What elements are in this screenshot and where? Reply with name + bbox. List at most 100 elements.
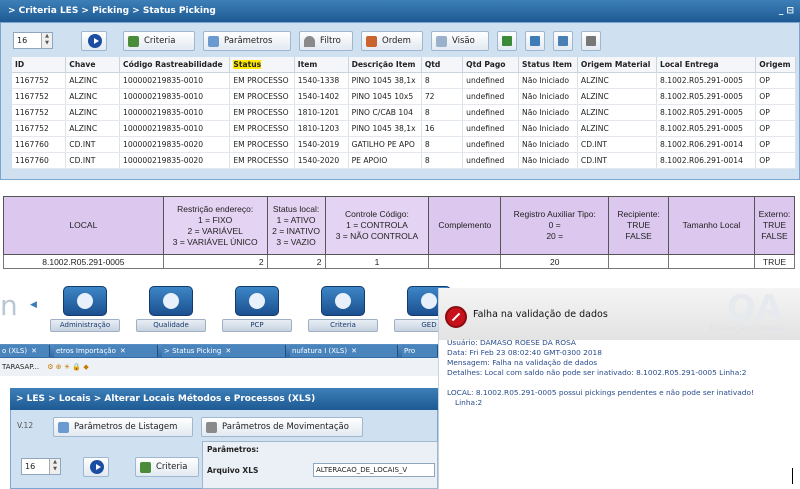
column-header[interactable]: Status Item <box>518 57 578 73</box>
column-header[interactable]: Origem Material <box>577 57 658 73</box>
definition-header-line: Restrição endereço: <box>177 203 254 214</box>
filtro-label: Filtro <box>320 36 341 46</box>
visao-button[interactable]: Visão <box>431 31 489 51</box>
table-cell: 8 <box>421 72 464 89</box>
definition-header-line: 1 = ATIVO <box>276 214 316 225</box>
table-row[interactable]: 1167760 CD.INT 100000219835-0020 EM PROCESS… <box>12 152 796 169</box>
table-cell: Não Iniciado <box>518 88 578 105</box>
table-cell: OP <box>755 72 796 89</box>
column-header[interactable]: Qtd Pago <box>462 57 520 73</box>
table-cell: PE APOIO <box>348 152 422 169</box>
column-header[interactable]: Qtd <box>421 57 464 73</box>
close-tab-icon[interactable]: ✕ <box>120 347 126 355</box>
table-row[interactable]: 1167752 ALZINC 100000219835-0010 EM PROCESS… <box>12 72 796 89</box>
local-message: LOCAL: 8.1002.R05.291-0005 possui pickin… <box>447 388 754 397</box>
tab-bar: o (XLS) ✕ etros Importação ✕ > Status Pickin… <box>0 344 438 358</box>
column-header[interactable]: Status <box>229 57 295 73</box>
filtro-button[interactable]: Filtro <box>299 31 353 51</box>
movimentacao-button[interactable]: Parâmetros de Movimentação <box>201 417 363 437</box>
definition-header-line: Controle Código: <box>345 209 409 219</box>
column-header-label: ID <box>15 59 25 69</box>
criteria-button[interactable]: Criteria <box>123 31 195 51</box>
table-cell: undefined <box>462 104 520 121</box>
module-tile[interactable]: Qualidade <box>136 286 206 332</box>
save-icon[interactable] <box>525 31 545 51</box>
close-tab-icon[interactable]: ✕ <box>225 347 231 355</box>
definition-header-line: 1 = CONTROLA <box>346 220 408 230</box>
page-size-stepper[interactable]: 16 ▲ ▼ <box>21 458 61 475</box>
app-tab[interactable]: > Status Picking ✕ <box>162 345 286 357</box>
table-row[interactable]: 1167752 ALZINC 100000219835-0010 EM PROCESS… <box>12 120 796 137</box>
close-tab-icon[interactable]: ✕ <box>351 347 357 355</box>
stepper-arrows-icon[interactable]: ▲ ▼ <box>49 459 60 474</box>
criteria-icon <box>128 36 139 47</box>
table-row[interactable]: 1167752 ALZINC 100000219835-0010 EM PROCESS… <box>12 104 796 121</box>
column-header-label: Chave <box>69 59 96 69</box>
export-icon[interactable] <box>497 31 517 51</box>
app-tab[interactable]: etros Importação ✕ <box>54 345 158 357</box>
page-size-value: 16 <box>25 462 36 471</box>
definition-header-line: Externo: <box>758 209 791 219</box>
window-controls[interactable]: _ ⊟ <box>779 0 794 22</box>
table-cell: 1167760 <box>12 136 67 153</box>
column-header[interactable]: Local Entrega <box>656 57 757 73</box>
module-tile[interactable]: PCP <box>222 286 292 332</box>
column-header-label: Qtd <box>424 59 441 69</box>
app-tab[interactable]: Pro <box>402 345 438 357</box>
breadcrumb: > LES > Locais > Alterar Locais Métodos … <box>16 394 316 404</box>
ordem-button[interactable]: Ordem <box>361 31 423 51</box>
column-header[interactable]: Item <box>294 57 349 73</box>
table-cell: 1810-1203 <box>294 120 349 137</box>
run-button[interactable] <box>83 457 109 477</box>
expand-glyph <box>558 36 568 46</box>
data-label: Data: <box>447 348 468 357</box>
table-cell: 8.1002.R05.291-0005 <box>656 72 757 89</box>
table-row[interactable]: 1167760 CD.INT 100000219835-0020 EM PROCESS… <box>12 136 796 153</box>
column-header[interactable]: Chave <box>65 57 121 73</box>
movimentacao-label: Parâmetros de Movimentação <box>222 422 349 432</box>
table-cell: PINO 1045 10x5 <box>348 88 422 105</box>
parametros-button[interactable]: Parâmetros <box>203 31 291 51</box>
table-cell: Não Iniciado <box>518 72 578 89</box>
arquivo-field[interactable]: ALTERACAO_DE_LOCAIS_V <box>313 463 435 477</box>
table-cell: PINO C/CAB 104 <box>348 104 422 121</box>
tab-label: Pro <box>404 347 416 355</box>
close-tab-icon[interactable]: ✕ <box>31 347 37 355</box>
scroll-left-icon[interactable]: ◀ <box>30 300 37 310</box>
app-tab[interactable]: nufatura I (XLS) ✕ <box>290 345 398 357</box>
column-header[interactable]: Código Rastreabilidade <box>119 57 231 73</box>
table-cell: Não Iniciado <box>518 104 578 121</box>
app-tab[interactable]: o (XLS) ✕ <box>0 345 50 357</box>
definition-header-line: 2 = VARIÁVEL <box>187 225 243 236</box>
module-label: PCP <box>222 319 292 332</box>
table-cell: 1810-1201 <box>294 104 349 121</box>
expand-icon[interactable] <box>553 31 573 51</box>
module-icon <box>63 286 107 316</box>
page-size-stepper[interactable]: 16 ▲ ▼ <box>13 32 53 49</box>
table-cell: ALZINC <box>577 120 658 137</box>
module-tile[interactable]: Criteria <box>308 286 378 332</box>
table-cell: 8 <box>421 104 464 121</box>
definition-header-line: FALSE <box>761 231 788 241</box>
table-cell: 100000219835-0010 <box>119 104 231 121</box>
page-size-value: 16 <box>17 36 28 45</box>
column-header[interactable]: Descrição Item <box>348 57 422 73</box>
settings-icon[interactable] <box>581 31 601 51</box>
stepper-arrows-icon[interactable]: ▲ ▼ <box>41 33 52 48</box>
listagem-button[interactable]: Parâmetros de Listagem <box>53 417 193 437</box>
funnel-icon <box>304 36 315 47</box>
column-header[interactable]: ID <box>12 57 67 73</box>
table-cell: CD.INT <box>577 152 658 169</box>
table-cell: 100000219835-0010 <box>119 88 231 105</box>
column-header-label: Local Entrega <box>660 59 719 69</box>
criteria-button[interactable]: Criteria <box>135 457 199 477</box>
module-label: Administração <box>50 319 120 332</box>
picking-grid: ID Chave Código Rastreabilidade Status Item D… <box>12 57 796 169</box>
table-cell: 8 <box>421 152 464 169</box>
status-icons[interactable]: ⚙ ⊕ ☀ 🔒 ◆ <box>47 363 88 371</box>
run-button[interactable] <box>81 31 107 51</box>
table-cell: EM PROCESSO <box>229 120 295 137</box>
column-header[interactable]: Origem <box>755 57 796 73</box>
module-tile[interactable]: Administração <box>50 286 120 332</box>
table-row[interactable]: 1167752 ALZINC 100000219835-0010 EM PROCESS… <box>12 88 796 105</box>
